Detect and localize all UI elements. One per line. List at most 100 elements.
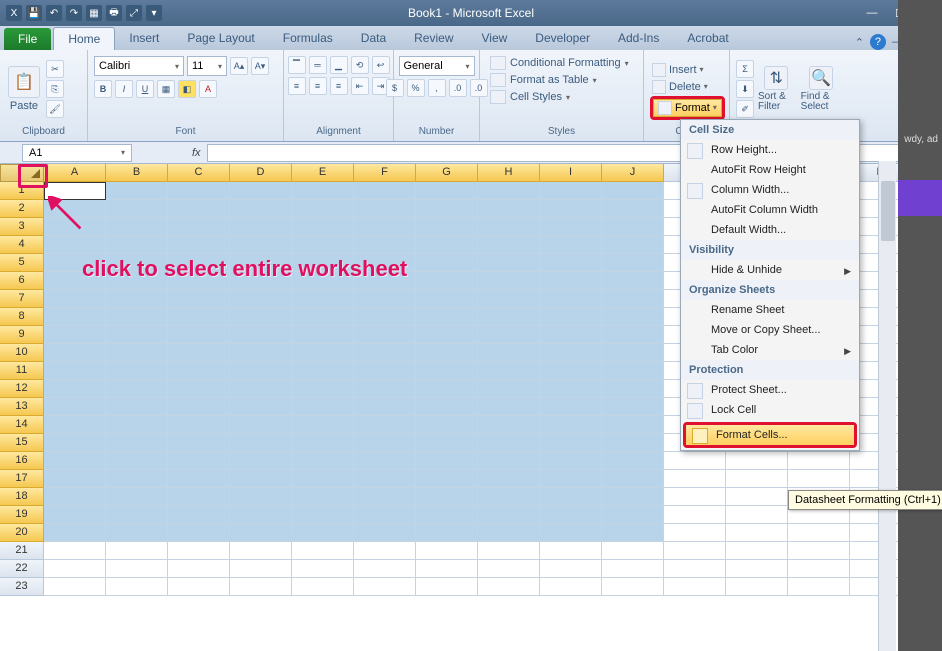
font-color-button[interactable]: A [199, 80, 217, 98]
row-header[interactable]: 8 [0, 308, 44, 326]
cell[interactable] [106, 308, 168, 326]
row-header[interactable]: 17 [0, 470, 44, 488]
cell[interactable] [44, 308, 106, 326]
cell[interactable] [292, 560, 354, 578]
cell[interactable] [602, 200, 664, 218]
cell[interactable] [168, 506, 230, 524]
cell[interactable] [292, 200, 354, 218]
cell[interactable] [230, 398, 292, 416]
increase-decimal-icon[interactable]: .0 [449, 79, 467, 97]
cell[interactable] [540, 308, 602, 326]
cell[interactable] [478, 506, 540, 524]
cell[interactable] [478, 434, 540, 452]
align-left-icon[interactable]: ≡ [288, 77, 306, 95]
cell[interactable] [416, 560, 478, 578]
cell[interactable] [44, 200, 106, 218]
dd-row-height[interactable]: Row Height... [681, 140, 859, 160]
cell[interactable] [354, 362, 416, 380]
cell[interactable] [416, 488, 478, 506]
dd-rename-sheet[interactable]: Rename Sheet [681, 300, 859, 320]
cell[interactable] [168, 218, 230, 236]
underline-button[interactable]: U [136, 80, 154, 98]
cell[interactable] [168, 524, 230, 542]
cell[interactable] [602, 470, 664, 488]
row-header[interactable]: 19 [0, 506, 44, 524]
cell[interactable] [726, 524, 788, 542]
cell[interactable] [416, 434, 478, 452]
cell[interactable] [168, 326, 230, 344]
dd-hide-unhide[interactable]: Hide & Unhide▶ [681, 260, 859, 280]
cell[interactable] [478, 182, 540, 200]
autosum-icon[interactable]: Σ [736, 60, 754, 78]
cell[interactable] [230, 434, 292, 452]
delete-cells-button[interactable]: Delete▾ [650, 79, 725, 95]
cell[interactable] [540, 488, 602, 506]
cell[interactable] [354, 344, 416, 362]
cell[interactable] [292, 416, 354, 434]
cell[interactable] [478, 308, 540, 326]
cell[interactable] [602, 398, 664, 416]
cell[interactable] [354, 380, 416, 398]
cell[interactable] [106, 524, 168, 542]
cell[interactable] [478, 416, 540, 434]
cell[interactable] [726, 488, 788, 506]
column-header[interactable]: C [168, 164, 230, 182]
row-header[interactable]: 16 [0, 452, 44, 470]
cell[interactable] [168, 488, 230, 506]
row-header[interactable]: 14 [0, 416, 44, 434]
row-header[interactable]: 2 [0, 200, 44, 218]
cell[interactable] [44, 470, 106, 488]
cell[interactable] [106, 452, 168, 470]
dd-lock-cell[interactable]: Lock Cell [681, 400, 859, 420]
cell[interactable] [602, 362, 664, 380]
cell[interactable] [168, 200, 230, 218]
cell[interactable] [540, 380, 602, 398]
cell[interactable] [416, 344, 478, 362]
cell[interactable] [602, 452, 664, 470]
cell[interactable] [540, 542, 602, 560]
qat-redo-icon[interactable]: ↷ [66, 5, 82, 21]
accounting-format-icon[interactable]: $ [386, 79, 404, 97]
cell[interactable] [602, 560, 664, 578]
cell[interactable] [106, 434, 168, 452]
cell[interactable] [354, 290, 416, 308]
cell[interactable] [292, 236, 354, 254]
cell[interactable] [478, 254, 540, 272]
font-name-combo[interactable]: Calibri▾ [94, 56, 184, 76]
cell[interactable] [416, 416, 478, 434]
cut-icon[interactable]: ✂ [46, 60, 64, 78]
cell[interactable] [540, 560, 602, 578]
cell[interactable] [354, 254, 416, 272]
cell[interactable] [726, 560, 788, 578]
cell[interactable] [106, 488, 168, 506]
row-header[interactable]: 13 [0, 398, 44, 416]
cell[interactable] [416, 524, 478, 542]
dd-format-cells[interactable]: Format Cells... [686, 425, 854, 445]
cell[interactable] [602, 416, 664, 434]
row-header[interactable]: 1 [0, 182, 44, 200]
cell[interactable] [354, 182, 416, 200]
cell[interactable] [168, 542, 230, 560]
cell[interactable] [106, 560, 168, 578]
cell[interactable] [168, 416, 230, 434]
column-header[interactable]: I [540, 164, 602, 182]
cell[interactable] [602, 290, 664, 308]
cell[interactable] [44, 560, 106, 578]
cell[interactable] [602, 326, 664, 344]
cell[interactable] [478, 236, 540, 254]
cell[interactable] [602, 344, 664, 362]
cell[interactable] [292, 362, 354, 380]
tab-insert[interactable]: Insert [115, 27, 173, 50]
row-header[interactable]: 10 [0, 344, 44, 362]
cell[interactable] [230, 362, 292, 380]
cell[interactable] [602, 308, 664, 326]
cell[interactable] [726, 470, 788, 488]
cell[interactable] [168, 578, 230, 596]
cell[interactable] [292, 380, 354, 398]
cell[interactable] [106, 506, 168, 524]
cell[interactable] [230, 416, 292, 434]
row-header[interactable]: 22 [0, 560, 44, 578]
cell[interactable] [106, 182, 168, 200]
cell[interactable] [292, 218, 354, 236]
comma-format-icon[interactable]: , [428, 79, 446, 97]
